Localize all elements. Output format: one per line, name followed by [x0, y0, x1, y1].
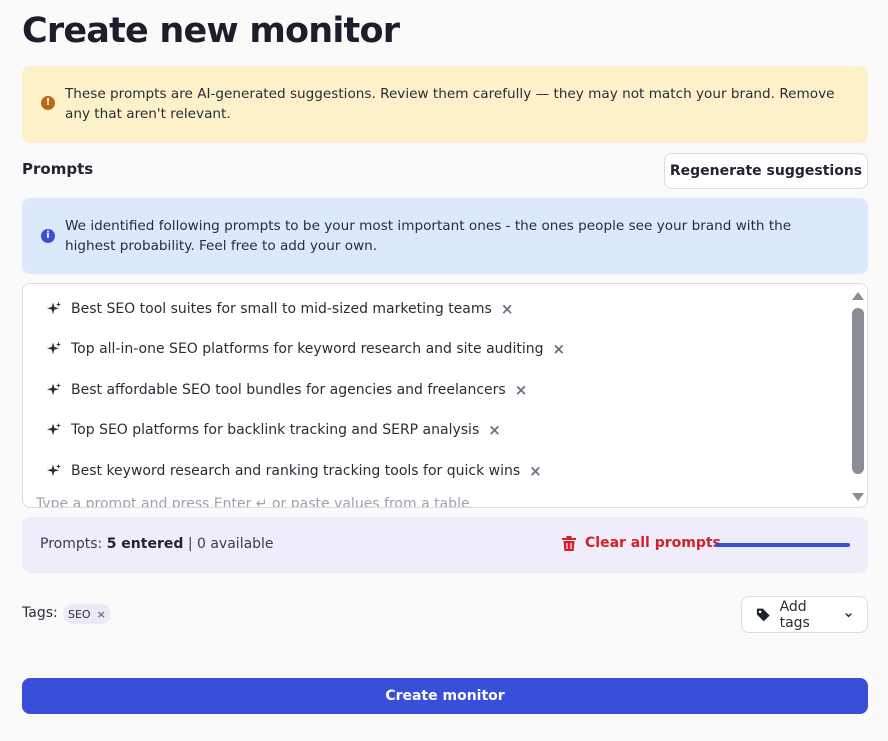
warning-text: These prompts are AI-generated suggestio…: [65, 86, 835, 122]
prompt-text: Best affordable SEO tool bundles for age…: [71, 382, 506, 398]
tag-label: SEO: [68, 607, 91, 621]
prompts-info-banner: i We identified following prompts to be …: [22, 198, 868, 274]
prompt-text: Best keyword research and ranking tracki…: [71, 463, 521, 479]
prompt-text: Top SEO platforms for backlink tracking …: [71, 422, 480, 438]
remove-prompt-icon[interactable]: ×: [501, 301, 514, 317]
remove-prompt-icon[interactable]: ×: [515, 382, 528, 398]
info-text: We identified following prompts to be yo…: [65, 218, 792, 254]
remove-prompt-icon[interactable]: ×: [552, 341, 565, 357]
prompt-list-box[interactable]: Best SEO tool suites for small to mid-si…: [22, 283, 868, 508]
remove-tag-icon[interactable]: ×: [97, 608, 106, 621]
sparkle-icon: [47, 423, 61, 436]
prompts-section-label: Prompts: [22, 160, 94, 178]
add-tags-dropdown[interactable]: Add tags: [741, 596, 868, 633]
ai-warning-banner: ! These prompts are AI-generated suggest…: [22, 66, 868, 143]
add-tags-label: Add tags: [779, 598, 810, 631]
prompt-item: Best SEO tool suites for small to mid-si…: [46, 297, 513, 321]
exclamation-circle-icon: !: [41, 96, 55, 110]
clear-all-label: Clear all prompts: [585, 535, 721, 551]
prompt-input[interactable]: [36, 493, 736, 507]
prompt-item: Best keyword research and ranking tracki…: [46, 459, 542, 483]
prompt-text: Best SEO tool suites for small to mid-si…: [71, 301, 492, 317]
sparkle-icon: [47, 302, 61, 315]
clear-all-prompts-button[interactable]: Clear all prompts: [562, 535, 721, 551]
prompt-stats-bar: Prompts: 5 entered | 0 available Clear a…: [22, 517, 868, 573]
prompt-text: Top all-in-one SEO platforms for keyword…: [71, 341, 544, 357]
prompt-usage-progress: [715, 543, 850, 547]
entered-count: 5 entered: [106, 536, 184, 552]
sparkle-icon: [47, 383, 61, 396]
scrollbar-thumb[interactable]: [852, 308, 864, 474]
create-monitor-button[interactable]: Create monitor: [22, 678, 868, 714]
stats-separator: |: [187, 536, 193, 552]
regenerate-suggestions-button[interactable]: Regenerate suggestions: [664, 153, 868, 189]
sparkle-icon: [47, 464, 61, 477]
sparkle-icon: [47, 342, 61, 355]
tag-chip: SEO ×: [63, 604, 111, 624]
scroll-up-arrow[interactable]: [852, 292, 864, 300]
remove-prompt-icon[interactable]: ×: [488, 422, 501, 438]
remove-prompt-icon[interactable]: ×: [529, 463, 542, 479]
prompt-item: Top all-in-one SEO platforms for keyword…: [46, 337, 565, 361]
tag-icon: [756, 608, 770, 621]
chevron-down-icon: [845, 612, 852, 617]
available-count: 0 available: [197, 536, 274, 552]
info-circle-icon: i: [41, 229, 55, 243]
scroll-down-arrow[interactable]: [852, 493, 864, 501]
page-title: Create new monitor: [22, 11, 400, 51]
progress-fill: [715, 543, 850, 547]
tags-label: Tags:: [22, 605, 58, 621]
stats-prefix: Prompts:: [40, 536, 103, 552]
prompt-item: Top SEO platforms for backlink tracking …: [46, 418, 501, 442]
prompt-item: Best affordable SEO tool bundles for age…: [46, 378, 527, 402]
trash-icon: [562, 535, 576, 551]
prompt-count: Prompts: 5 entered | 0 available: [40, 536, 274, 552]
